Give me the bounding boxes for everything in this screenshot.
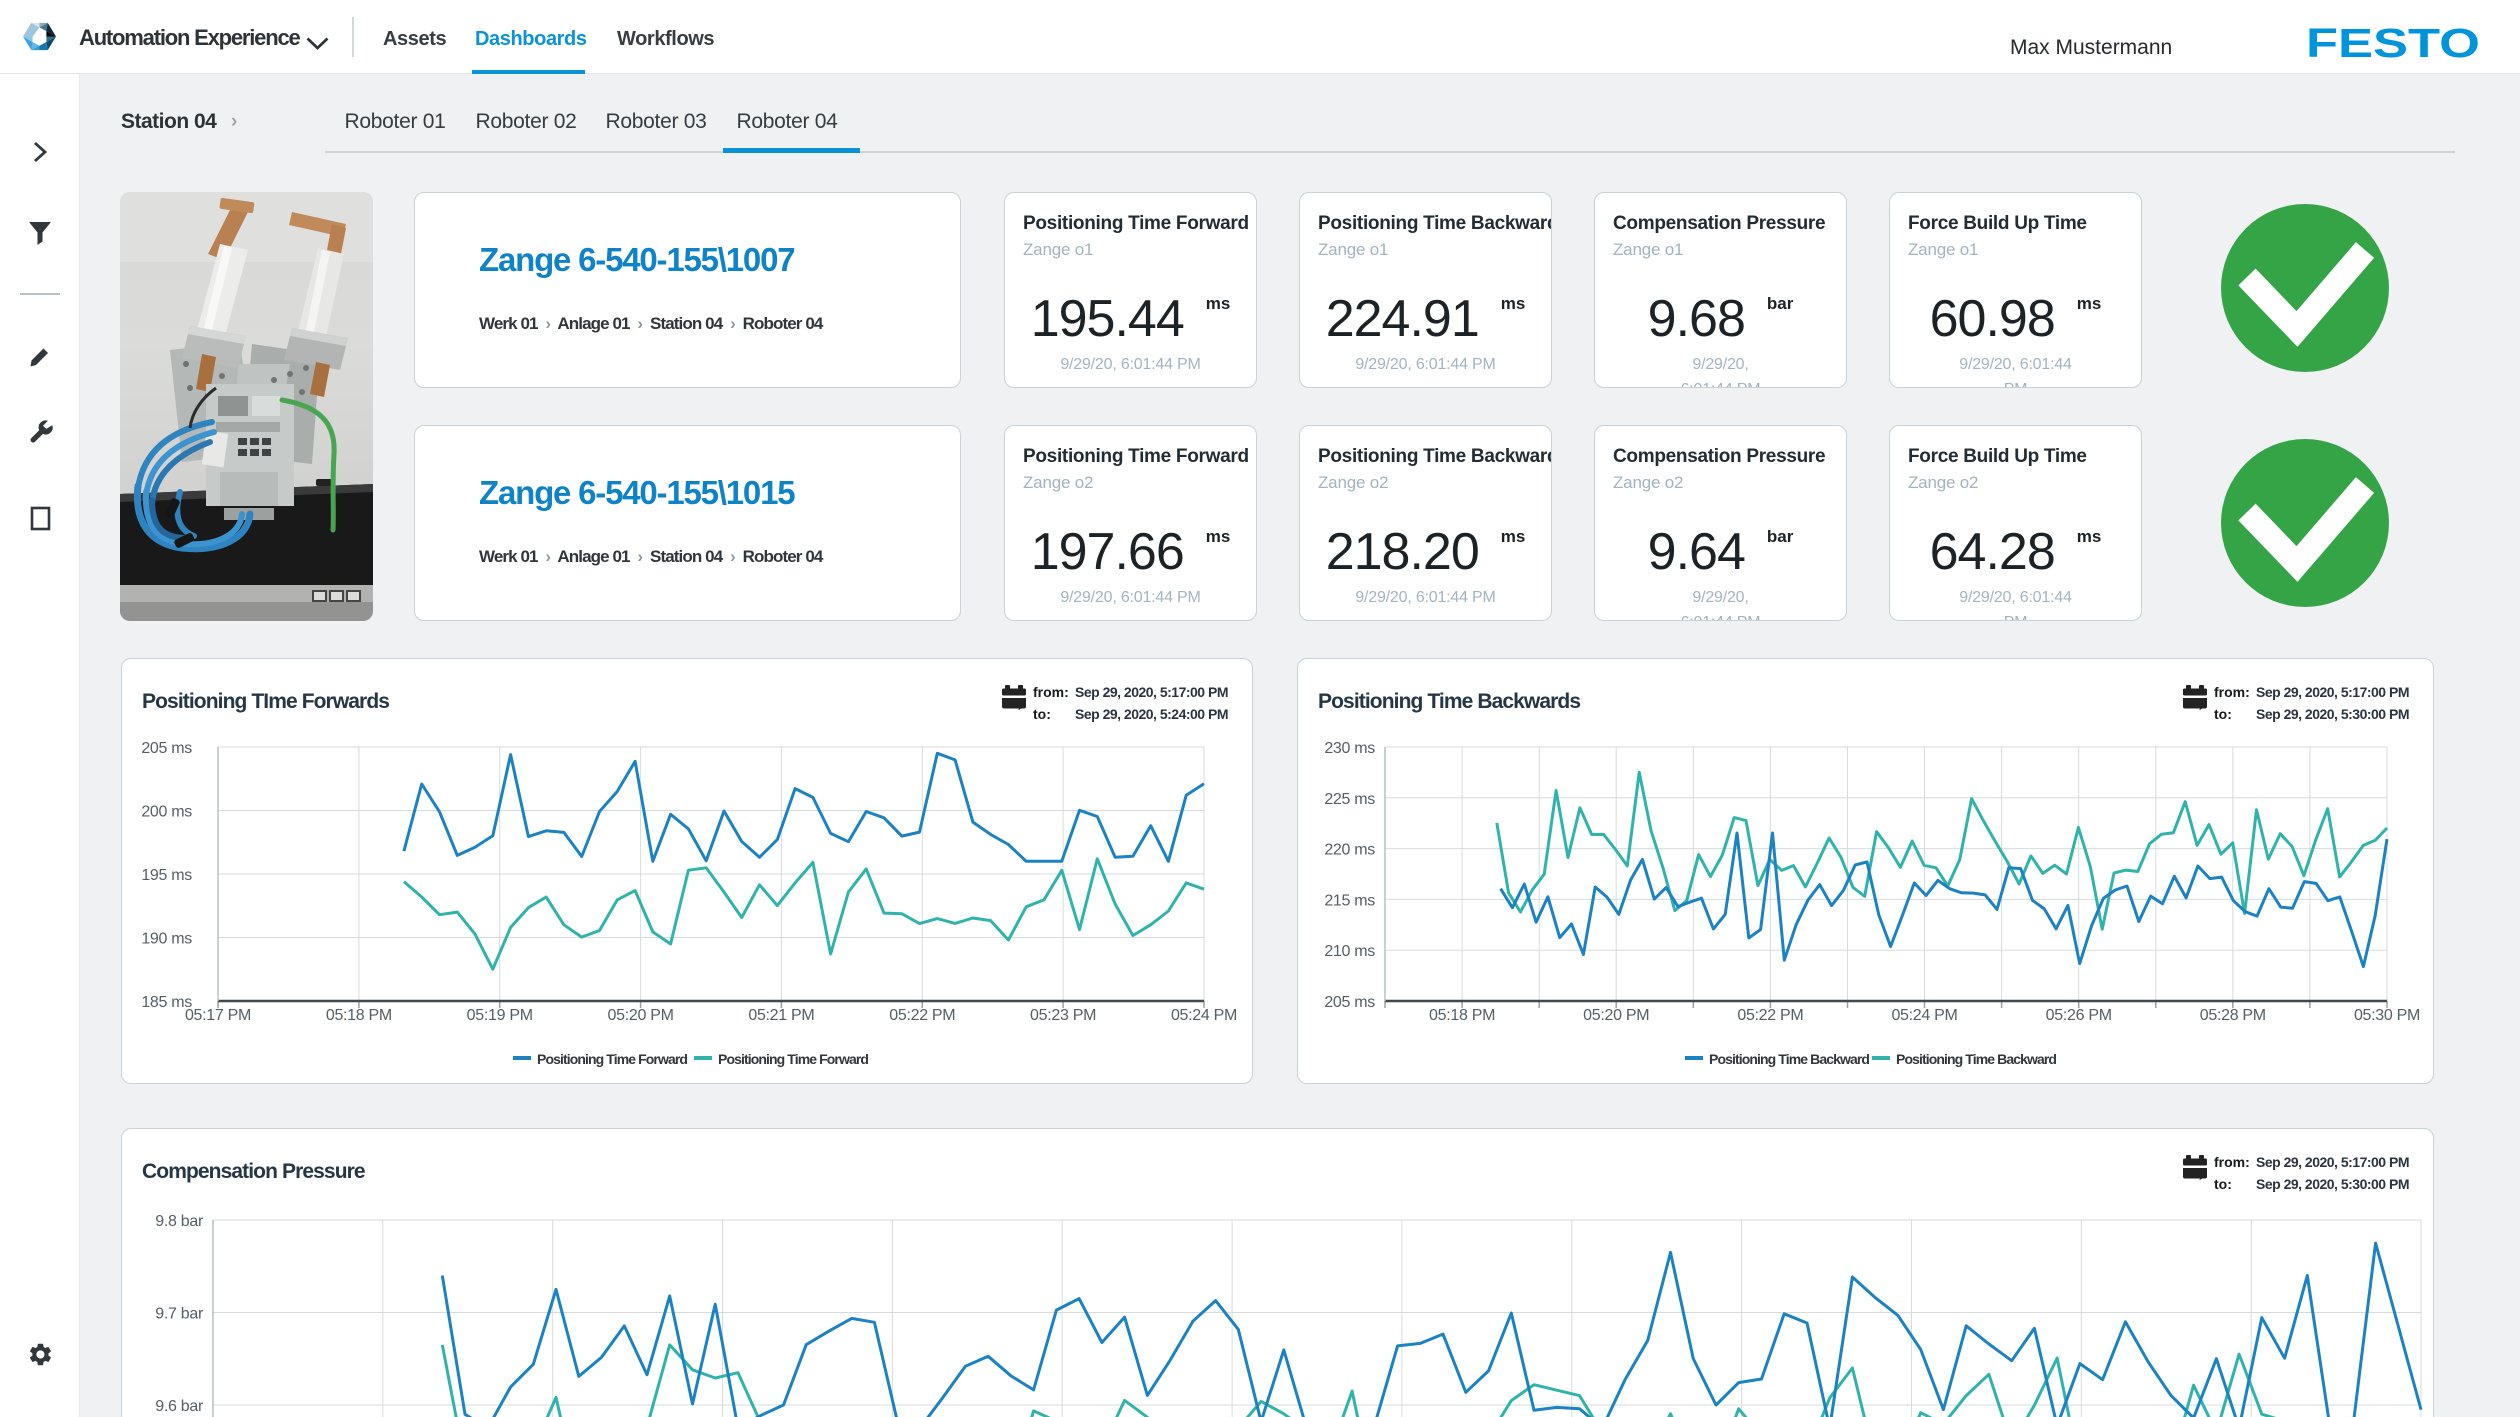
svg-text:215 ms: 215 ms [1324,892,1375,909]
svg-text:190 ms: 190 ms [141,931,192,948]
svg-text:to:: to: [1033,706,1051,722]
svg-text:Positioning Time Forward: Positioning Time Forward [537,1051,687,1067]
svg-text:05:18 PM: 05:18 PM [1429,1007,1495,1024]
svg-text:Positioning TIme Forwards: Positioning TIme Forwards [142,690,389,713]
svg-text:05:17 PM: 05:17 PM [185,1007,251,1024]
svg-text:Positioning Time Backward: Positioning Time Backward [1896,1051,2056,1067]
svg-text:05:23 PM: 05:23 PM [1030,1007,1096,1024]
svg-text:05:19 PM: 05:19 PM [467,1007,533,1024]
svg-text:to:: to: [2214,1176,2232,1192]
svg-text:Compensation Pressure: Compensation Pressure [142,1160,365,1183]
svg-text:205 ms: 205 ms [141,740,192,757]
svg-text:9.6 bar: 9.6 bar [155,1398,204,1415]
svg-text:05:20 PM: 05:20 PM [608,1007,674,1024]
svg-text:9.7 bar: 9.7 bar [155,1306,204,1323]
svg-text:Sep 29, 2020, 5:24:00 PM: Sep 29, 2020, 5:24:00 PM [1075,706,1228,722]
svg-text:Positioning Time Backwards: Positioning Time Backwards [1318,690,1580,713]
svg-text:Sep 29, 2020, 5:30:00 PM: Sep 29, 2020, 5:30:00 PM [2256,706,2409,722]
svg-text:205 ms: 205 ms [1324,994,1375,1011]
svg-text:05:26 PM: 05:26 PM [2046,1007,2112,1024]
svg-text:225 ms: 225 ms [1324,791,1375,808]
svg-text:210 ms: 210 ms [1324,943,1375,960]
svg-text:195 ms: 195 ms [141,867,192,884]
svg-text:200 ms: 200 ms [141,804,192,821]
svg-text:Positioning Time Backward: Positioning Time Backward [1709,1051,1869,1067]
svg-text:230 ms: 230 ms [1324,740,1375,757]
svg-text:05:24 PM: 05:24 PM [1171,1007,1237,1024]
svg-text:05:22 PM: 05:22 PM [889,1007,955,1024]
svg-text:from:: from: [1033,684,1069,700]
svg-text:05:20 PM: 05:20 PM [1583,1007,1649,1024]
svg-text:Sep 29, 2020, 5:30:00 PM: Sep 29, 2020, 5:30:00 PM [2256,1176,2409,1192]
svg-text:9.8 bar: 9.8 bar [155,1213,204,1230]
svg-text:Positioning Time Forward: Positioning Time Forward [718,1051,868,1067]
svg-text:Sep 29, 2020, 5:17:00 PM: Sep 29, 2020, 5:17:00 PM [1075,684,1228,700]
svg-text:Sep 29, 2020, 5:17:00 PM: Sep 29, 2020, 5:17:00 PM [2256,1154,2409,1170]
svg-text:from:: from: [2214,684,2250,700]
svg-text:from:: from: [2214,1154,2250,1170]
svg-text:to:: to: [2214,706,2232,722]
svg-text:220 ms: 220 ms [1324,842,1375,859]
svg-text:05:28 PM: 05:28 PM [2200,1007,2266,1024]
svg-text:05:30 PM: 05:30 PM [2354,1007,2420,1024]
svg-text:05:22 PM: 05:22 PM [1737,1007,1803,1024]
svg-text:Sep 29, 2020, 5:17:00 PM: Sep 29, 2020, 5:17:00 PM [2256,684,2409,700]
svg-text:05:18 PM: 05:18 PM [326,1007,392,1024]
svg-text:05:21 PM: 05:21 PM [748,1007,814,1024]
svg-text:05:24 PM: 05:24 PM [1891,1007,1957,1024]
